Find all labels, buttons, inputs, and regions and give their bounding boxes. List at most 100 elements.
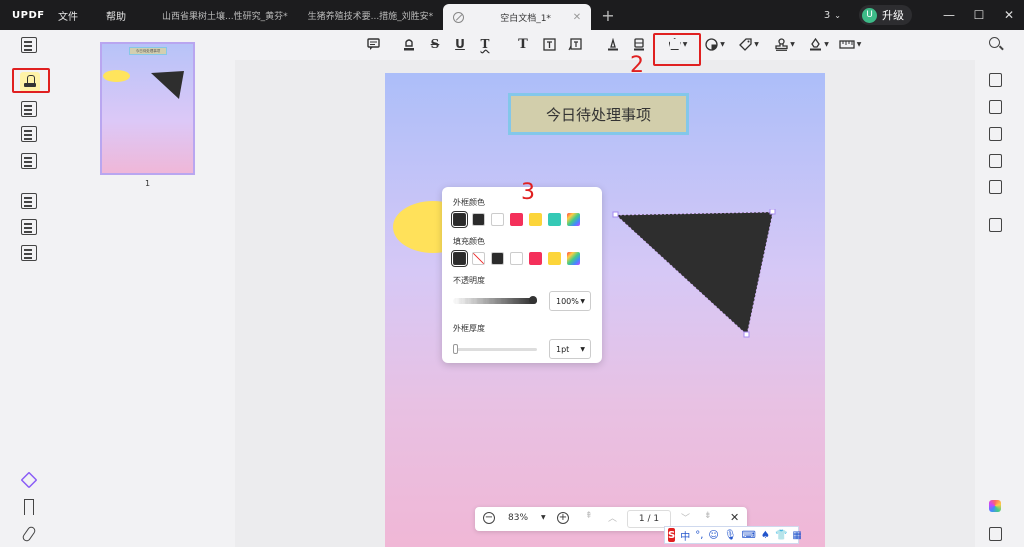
stroke-swatch-yellow[interactable]	[529, 213, 542, 226]
previous-page-icon[interactable]: ︿	[608, 511, 617, 524]
chat-icon[interactable]	[989, 527, 1002, 541]
stamp-tool-dropdown[interactable]: ▼	[772, 36, 798, 52]
zoom-dropdown-icon[interactable]: ▼	[541, 514, 546, 521]
last-page-icon[interactable]: ⇟	[704, 511, 712, 521]
fill-swatch-white[interactable]	[510, 252, 523, 265]
ai-assistant-icon[interactable]	[989, 500, 1001, 512]
sticker-tool-dropdown[interactable]: ▼	[702, 36, 728, 52]
chevron-down-icon: ⌄	[834, 10, 841, 20]
opacity-slider-knob[interactable]	[529, 296, 537, 304]
convert-icon[interactable]	[21, 193, 37, 209]
close-tab-icon[interactable]: ✕	[573, 12, 581, 23]
ime-shirt-icon[interactable]: 👕	[775, 530, 787, 541]
textbox-tool-icon[interactable]	[541, 36, 557, 52]
stroke-swatch-white[interactable]	[491, 213, 504, 226]
measure-tool-dropdown[interactable]: ▼	[837, 36, 863, 52]
callout-tool-icon[interactable]	[567, 36, 583, 52]
ime-menu-icon[interactable]: ▦	[792, 530, 801, 541]
ime-chinese-mode[interactable]: 中	[680, 528, 690, 543]
selection-handle[interactable]	[769, 209, 776, 215]
first-page-icon[interactable]: ⇞	[585, 511, 593, 521]
protect-pdf-icon[interactable]	[989, 127, 1002, 141]
close-zoom-bar-icon[interactable]: ✕	[730, 511, 739, 524]
ocr-icon[interactable]	[989, 73, 1002, 87]
avatar: U	[862, 7, 877, 23]
ime-keyboard-icon[interactable]: ⌨	[742, 530, 756, 541]
selection-handle[interactable]	[743, 331, 750, 338]
crop-icon[interactable]	[21, 219, 37, 235]
fill-swatch-yellow[interactable]	[548, 252, 561, 265]
ime-punctuation[interactable]: °,	[695, 530, 703, 541]
maximize-button[interactable]: ☐	[964, 8, 994, 22]
selection-handle[interactable]	[612, 211, 619, 218]
ime-skin-icon[interactable]: ♠	[761, 530, 770, 541]
menu-help[interactable]: 帮助	[92, 8, 140, 23]
opacity-slider[interactable]	[453, 296, 537, 304]
eraser-tool-icon[interactable]	[631, 36, 647, 52]
attachment-icon[interactable]	[21, 525, 37, 543]
thickness-slider-knob[interactable]	[453, 343, 458, 354]
save-icon[interactable]	[989, 218, 1002, 232]
triangle-shape[interactable]	[610, 209, 780, 341]
fill-swatch-selected[interactable]	[451, 250, 468, 267]
opacity-select[interactable]: 100% ▼	[549, 291, 591, 311]
search-icon[interactable]	[989, 37, 1000, 48]
email-icon[interactable]	[989, 180, 1002, 194]
stroke-swatch-teal[interactable]	[548, 213, 561, 226]
ime-emoji-icon[interactable]: ☺	[708, 530, 718, 541]
strikethrough-tool-icon[interactable]: S	[427, 36, 443, 52]
close-window-button[interactable]: ✕	[994, 8, 1024, 22]
caret-down-icon: ▼	[580, 297, 585, 305]
squiggly-tool-icon[interactable]: T	[477, 36, 493, 52]
signature-tool-dropdown[interactable]: ▼	[806, 36, 832, 52]
tag-tool-dropdown[interactable]: ▼	[736, 36, 762, 52]
edit-pdf-icon[interactable]	[21, 101, 37, 117]
fill-swatch-none[interactable]	[472, 252, 485, 265]
bookmark-icon[interactable]	[24, 499, 34, 515]
stroke-swatch-selected[interactable]	[451, 211, 468, 228]
caret-down-icon: ▼	[720, 40, 725, 48]
fill-swatch-custom[interactable]	[567, 252, 580, 265]
page-thumbnail[interactable]: 今日待处理事项	[100, 42, 195, 175]
comment-tool-icon[interactable]	[365, 36, 381, 52]
tab-document-active[interactable]: 空白文档_1* ✕	[443, 4, 592, 30]
convert-pdf-icon[interactable]	[989, 100, 1002, 114]
upgrade-button[interactable]: U 升级	[859, 5, 912, 25]
thickness-slider[interactable]	[453, 343, 537, 354]
window-count-dropdown[interactable]: 3 ⌄	[824, 10, 841, 21]
ime-voice-icon[interactable]: 🎙	[724, 530, 737, 541]
new-tab-button[interactable]: +	[591, 6, 624, 25]
ime-logo[interactable]: S	[668, 528, 676, 542]
fill-color-swatches	[451, 250, 591, 267]
thumbnail-ellipse	[103, 70, 130, 82]
organize-pages-icon[interactable]	[21, 126, 37, 142]
stroke-swatch-custom[interactable]	[567, 213, 580, 226]
tab-document-2[interactable]: 生猪养殖技术要...措施_刘胜安*	[298, 0, 444, 30]
zoom-level[interactable]: 83%	[508, 513, 528, 523]
highlight-tool-icon[interactable]	[401, 36, 417, 52]
caret-down-icon: ▼	[754, 40, 759, 48]
fill-swatch-black[interactable]	[491, 252, 504, 265]
zoom-in-button[interactable]: +	[557, 512, 569, 524]
thickness-select[interactable]: 1pt ▼	[549, 339, 591, 359]
zoom-out-button[interactable]: −	[483, 512, 495, 524]
share-icon[interactable]	[989, 154, 1002, 168]
thumbnail-page-number: 1	[144, 179, 151, 188]
layers-icon[interactable]	[20, 471, 38, 489]
stroke-swatch-red[interactable]	[510, 213, 523, 226]
page-title-textbox[interactable]: 今日待处理事项	[508, 93, 689, 135]
fill-swatch-red[interactable]	[529, 252, 542, 265]
reader-mode-icon[interactable]	[21, 37, 37, 53]
pencil-tool-icon[interactable]	[605, 36, 621, 52]
menu-file[interactable]: 文件	[44, 8, 92, 23]
text-tool-icon[interactable]: T	[515, 36, 531, 52]
protect-icon[interactable]	[21, 245, 37, 261]
minimize-button[interactable]: —	[934, 8, 964, 22]
app-logo: UPDF	[12, 9, 45, 21]
form-icon[interactable]	[21, 153, 37, 169]
next-page-icon[interactable]: ﹀	[681, 511, 690, 524]
tab-document-1[interactable]: 山西省果树土壤...性研究_黄芬*	[152, 0, 298, 30]
underline-tool-icon[interactable]: U	[452, 36, 468, 52]
stroke-swatch-black[interactable]	[472, 213, 485, 226]
annotation-box-2	[653, 33, 701, 66]
